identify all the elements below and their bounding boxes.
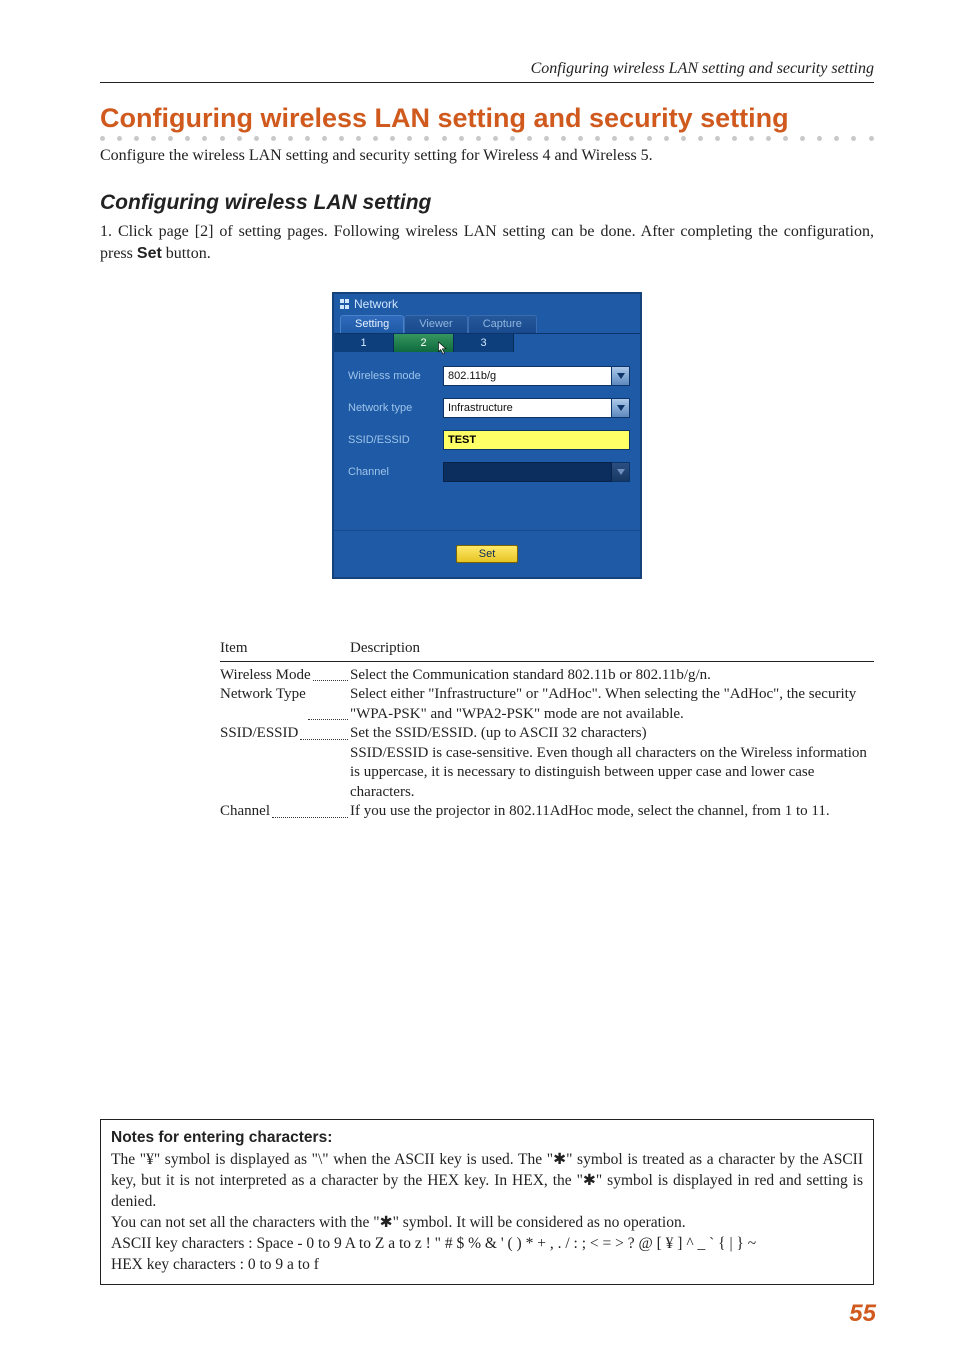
label-network-type: Network type [348,402,443,414]
chevron-down-icon[interactable] [612,462,630,482]
page-tabs: 1 2 3 [334,334,640,352]
tab-viewer[interactable]: Viewer [404,315,467,333]
select-network-type[interactable]: Infrastructure [443,398,612,418]
cursor-icon [437,341,449,355]
select-wireless-mode[interactable]: 802.11b/g [443,366,612,386]
page-tab-3[interactable]: 3 [454,334,514,352]
row-network-type: Network type Infrastructure [348,398,630,418]
notes-p2: You can not set all the characters with … [111,1213,863,1234]
intro-text: Configure the wireless LAN setting and s… [100,147,874,165]
chevron-down-icon[interactable] [612,398,630,418]
item-wireless-mode: Wireless Mode [220,666,311,686]
label-wireless-mode: Wireless mode [348,370,443,382]
desc-network-type: Select either "Infrastructure" or "AdHoc… [350,685,874,724]
subsection-title: Configuring wireless LAN setting [100,191,874,215]
settings-form: Wireless mode 802.11b/g Network type Inf… [334,352,640,500]
divider-dots [100,136,874,141]
page-tab-1[interactable]: 1 [334,334,394,352]
page-tab-2-label: 2 [420,337,426,349]
item-ssid: SSID/ESSID [220,724,298,744]
tab-capture[interactable]: Capture [468,315,537,333]
button-row: Set [334,530,640,577]
desc-ssid-cont: SSID/ESSID is case-sensitive. Even thoug… [350,744,874,803]
tab-setting[interactable]: Setting [340,315,404,333]
row-ssid: SSID/ESSID TEST [348,430,630,450]
page-tab-2[interactable]: 2 [394,334,454,352]
step-1-bold: Set [137,245,162,262]
desc-ssid: Set the SSID/ESSID. (up to ASCII 32 char… [350,724,874,744]
section-title: Configuring wireless LAN setting and sec… [100,103,874,134]
tab-bar: Setting Viewer Capture [334,311,640,334]
item-channel: Channel [220,802,270,822]
desc-wireless-mode: Select the Communication standard 802.11… [350,666,874,686]
window-title: Network [354,297,398,311]
notes-title: Notes for entering characters: [111,1128,863,1149]
notes-p4: HEX key characters : 0 to 9 a to f [111,1255,863,1276]
notes-p3: ASCII key characters : Space - 0 to 9 A … [111,1234,863,1255]
item-network-type: Network Type [220,685,306,724]
window-titlebar: Network [334,294,640,311]
input-ssid[interactable]: TEST [443,430,630,450]
header-description: Description [350,639,420,659]
running-head: Configuring wireless LAN setting and sec… [100,60,874,83]
row-channel: Channel [348,462,630,482]
description-table: Item Description Wireless Mode Select th… [220,639,874,822]
label-channel: Channel [348,466,443,478]
chevron-down-icon[interactable] [612,366,630,386]
step-1-prefix: 1. Click page [2] of setting pages. Foll… [100,223,874,262]
step-1: 1. Click page [2] of setting pages. Foll… [100,221,874,264]
set-button[interactable]: Set [456,545,519,563]
notes-p1: The "¥" symbol is displayed as "\" when … [111,1150,863,1213]
page-number: 55 [849,1300,876,1328]
step-1-suffix: button. [162,245,211,262]
desc-channel: If you use the projector in 802.11AdHoc … [350,802,874,822]
row-wireless-mode: Wireless mode 802.11b/g [348,366,630,386]
network-settings-window: Network Setting Viewer Capture 1 2 3 Wir… [332,292,642,579]
window-icon [340,299,350,309]
select-channel[interactable] [443,462,612,482]
label-ssid: SSID/ESSID [348,434,443,446]
header-item: Item [220,639,350,659]
notes-box: Notes for entering characters: The "¥" s… [100,1119,874,1285]
